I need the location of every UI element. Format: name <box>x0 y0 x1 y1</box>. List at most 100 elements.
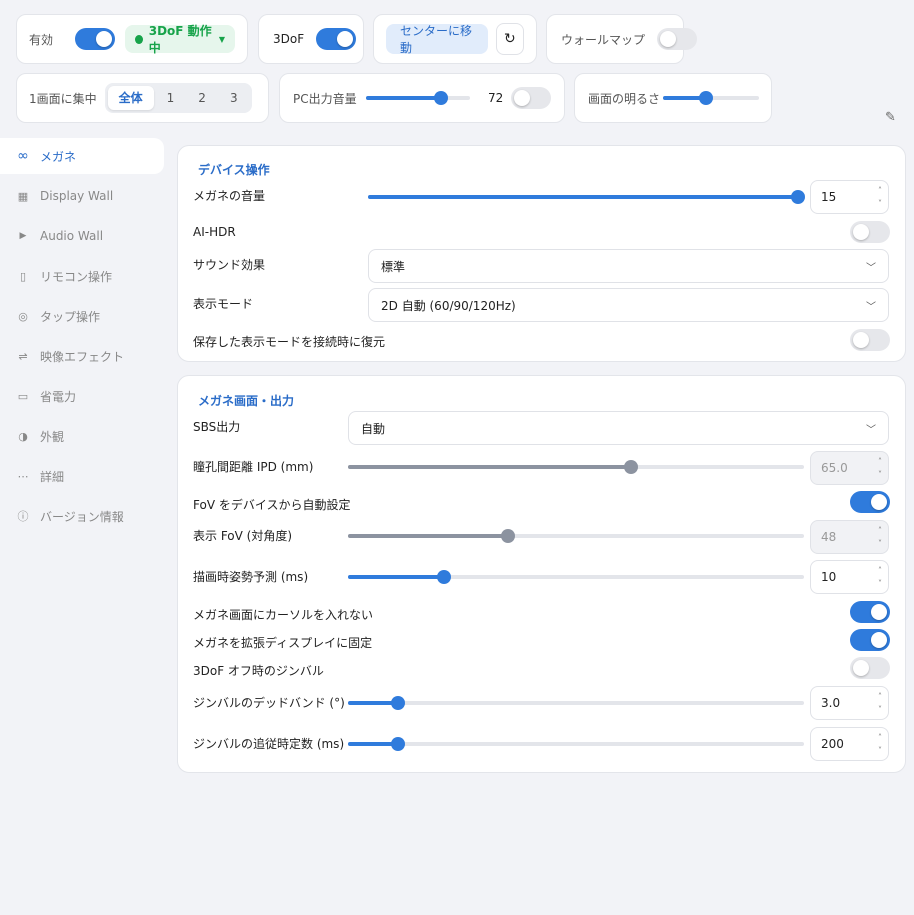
display-mode-select[interactable]: 2D 自動 (60/90/120Hz) ﹀ <box>368 288 889 322</box>
deadband-slider[interactable] <box>348 696 804 710</box>
focus-card: 1画面に集中 全体 1 2 3 <box>16 73 269 123</box>
pc-volume-thumb[interactable] <box>433 91 448 105</box>
stepper-arrows-icon[interactable]: ˄ ˅ <box>878 690 882 716</box>
deadband-thumb[interactable] <box>391 696 406 710</box>
sidebar-item-label: 省電力 <box>40 389 77 404</box>
display-mode-value: 2D 自動 (60/90/120Hz) <box>381 298 516 313</box>
follow-stepper[interactable]: 200 ˄ ˅ <box>810 727 889 761</box>
play-icon: ▶ <box>19 231 27 241</box>
caret-down-icon: ▼ <box>218 34 225 44</box>
stepper-arrows-icon[interactable]: ˄ ˅ <box>878 731 882 757</box>
wallmap-card: ウォールマップ <box>546 14 698 64</box>
sidebar-item-label: リモコン操作 <box>40 269 113 284</box>
restore-label: 保存した表示モードを接続時に復元 <box>193 335 386 349</box>
brightness-slider[interactable] <box>663 91 759 105</box>
focus-option-all[interactable]: 全体 <box>107 86 154 110</box>
no-cursor-toggle[interactable] <box>850 601 890 623</box>
gimbal-label: 3DoF オフ時のジンバル <box>193 664 324 678</box>
stepper-arrows-icon[interactable]: ˄ ˅ <box>878 564 882 590</box>
brightness-label: 画面の明るさ <box>588 91 661 106</box>
sidebar-item-effects[interactable]: ⇌ 映像エフェクト <box>0 338 164 374</box>
ipd-slider[interactable] <box>348 460 804 474</box>
focus-option-3[interactable]: 3 <box>219 86 249 110</box>
volume-thumb[interactable] <box>791 190 805 204</box>
sound-value: 標準 <box>381 259 406 274</box>
sidebar-item-label: Display Wall <box>40 189 114 203</box>
ipd-thumb[interactable] <box>623 460 638 474</box>
ipd-label: 瞳孔間距離 IPD (mm) <box>193 460 314 474</box>
display-mode-label: 表示モード <box>193 297 254 311</box>
enabled-toggle[interactable] <box>75 28 116 50</box>
wallmap-toggle[interactable] <box>657 28 698 50</box>
pc-volume-label: PC出力音量 <box>293 91 357 106</box>
volume-stepper[interactable]: 15 ˄ ˅ <box>810 180 889 214</box>
pc-volume-toggle[interactable] <box>511 87 551 109</box>
sidebar-item-label: Audio Wall <box>40 229 104 243</box>
fov-label: 表示 FoV (対角度) <box>193 529 293 543</box>
stepper-arrows-icon[interactable]: ˄ ˅ <box>878 524 882 550</box>
sidebar-item-remote[interactable]: ▯ リモコン操作 <box>0 258 164 294</box>
pc-volume-card: PC出力音量 72 <box>279 73 565 123</box>
pc-volume-value: 72 <box>488 91 504 105</box>
focus-option-2[interactable]: 2 <box>187 86 217 110</box>
chevron-down-icon: ﹀ <box>866 424 876 436</box>
sidebar-item-label: バージョン情報 <box>40 509 124 524</box>
wallmap-label: ウォールマップ <box>561 32 646 47</box>
status-label: 3DoF 動作中 <box>148 24 212 55</box>
deadband-stepper[interactable]: 3.0 ˄ ˅ <box>810 686 889 720</box>
stepper-arrows-icon[interactable]: ˄ ˅ <box>878 184 882 210</box>
volume-slider[interactable] <box>368 190 805 204</box>
predict-stepper[interactable]: 10 ˄ ˅ <box>810 560 889 594</box>
dof-label: 3DoF <box>273 32 305 46</box>
restore-toggle[interactable] <box>850 329 890 351</box>
predict-thumb[interactable] <box>436 570 451 584</box>
fov-auto-toggle[interactable] <box>850 491 890 513</box>
remote-icon: ▯ <box>19 269 27 283</box>
sbs-label: SBS出力 <box>193 420 241 434</box>
ai-hdr-label: AI-HDR <box>193 225 236 239</box>
predict-slider[interactable] <box>348 570 804 584</box>
tap-icon: ◎ <box>18 309 28 323</box>
enabled-card: 有効 3DoF 動作中 ▼ <box>16 14 248 64</box>
ai-hdr-toggle[interactable] <box>850 221 890 243</box>
refresh-icon[interactable]: ↻ <box>495 23 524 55</box>
gimbal-toggle[interactable] <box>850 657 890 679</box>
fov-slider[interactable] <box>348 529 804 543</box>
stepper-arrows-icon[interactable]: ˄ ˅ <box>878 455 882 481</box>
focus-option-1[interactable]: 1 <box>156 86 186 110</box>
center-button[interactable]: センターに移動 <box>386 24 488 55</box>
sidebar-item-glasses[interactable]: ∞ メガネ <box>0 138 164 174</box>
ipd-stepper[interactable]: 65.0 ˄ ˅ <box>810 451 889 485</box>
dof-toggle[interactable] <box>316 28 357 50</box>
sidebar-item-power[interactable]: ▭ 省電力 <box>0 378 164 414</box>
sidebar-item-advanced[interactable]: ⋯ 詳細 <box>0 458 164 494</box>
sidebar-item-appearance[interactable]: ◑ 外観 <box>0 418 164 454</box>
contrast-icon: ◑ <box>18 429 28 443</box>
device-panel: デバイス操作 メガネの音量 15 ˄ ˅ AI-HDR サウンド効果 標準 ﹀ 表… <box>177 145 906 362</box>
fov-thumb[interactable] <box>500 529 515 543</box>
pc-volume-slider[interactable] <box>366 91 470 105</box>
status-badge[interactable]: 3DoF 動作中 ▼ <box>125 24 235 55</box>
sound-select[interactable]: 標準 ﹀ <box>368 249 889 283</box>
follow-slider[interactable] <box>348 737 804 751</box>
sidebar-item-label: 外観 <box>40 429 65 444</box>
no-cursor-label: メガネ画面にカーソルを入れない <box>193 608 374 622</box>
status-dot-icon <box>135 34 143 44</box>
sbs-value: 自動 <box>361 421 386 436</box>
follow-thumb[interactable] <box>391 737 406 751</box>
ellipsis-icon: ⋯ <box>17 469 29 483</box>
sidebar-item-audio-wall[interactable]: ▶ Audio Wall <box>0 218 164 254</box>
sidebar-item-label: 映像エフェクト <box>40 349 125 364</box>
edit-pencil-icon[interactable]: ✎ <box>885 110 896 125</box>
sidebar-item-tap[interactable]: ◎ タップ操作 <box>0 298 164 334</box>
sidebar-item-version[interactable]: ⓘ バージョン情報 <box>0 498 164 534</box>
lock-display-label: メガネを拡張ディスプレイに固定 <box>193 636 373 650</box>
focus-label: 1画面に集中 <box>29 91 97 106</box>
brightness-thumb[interactable] <box>699 91 714 105</box>
lock-display-toggle[interactable] <box>850 629 890 651</box>
fov-stepper[interactable]: 48 ˄ ˅ <box>810 520 889 554</box>
fov-value: 48 <box>821 530 837 544</box>
sidebar-item-display-wall[interactable]: ▦ Display Wall <box>0 178 164 214</box>
sbs-select[interactable]: 自動 ﹀ <box>348 411 889 445</box>
predict-value: 10 <box>821 570 837 584</box>
